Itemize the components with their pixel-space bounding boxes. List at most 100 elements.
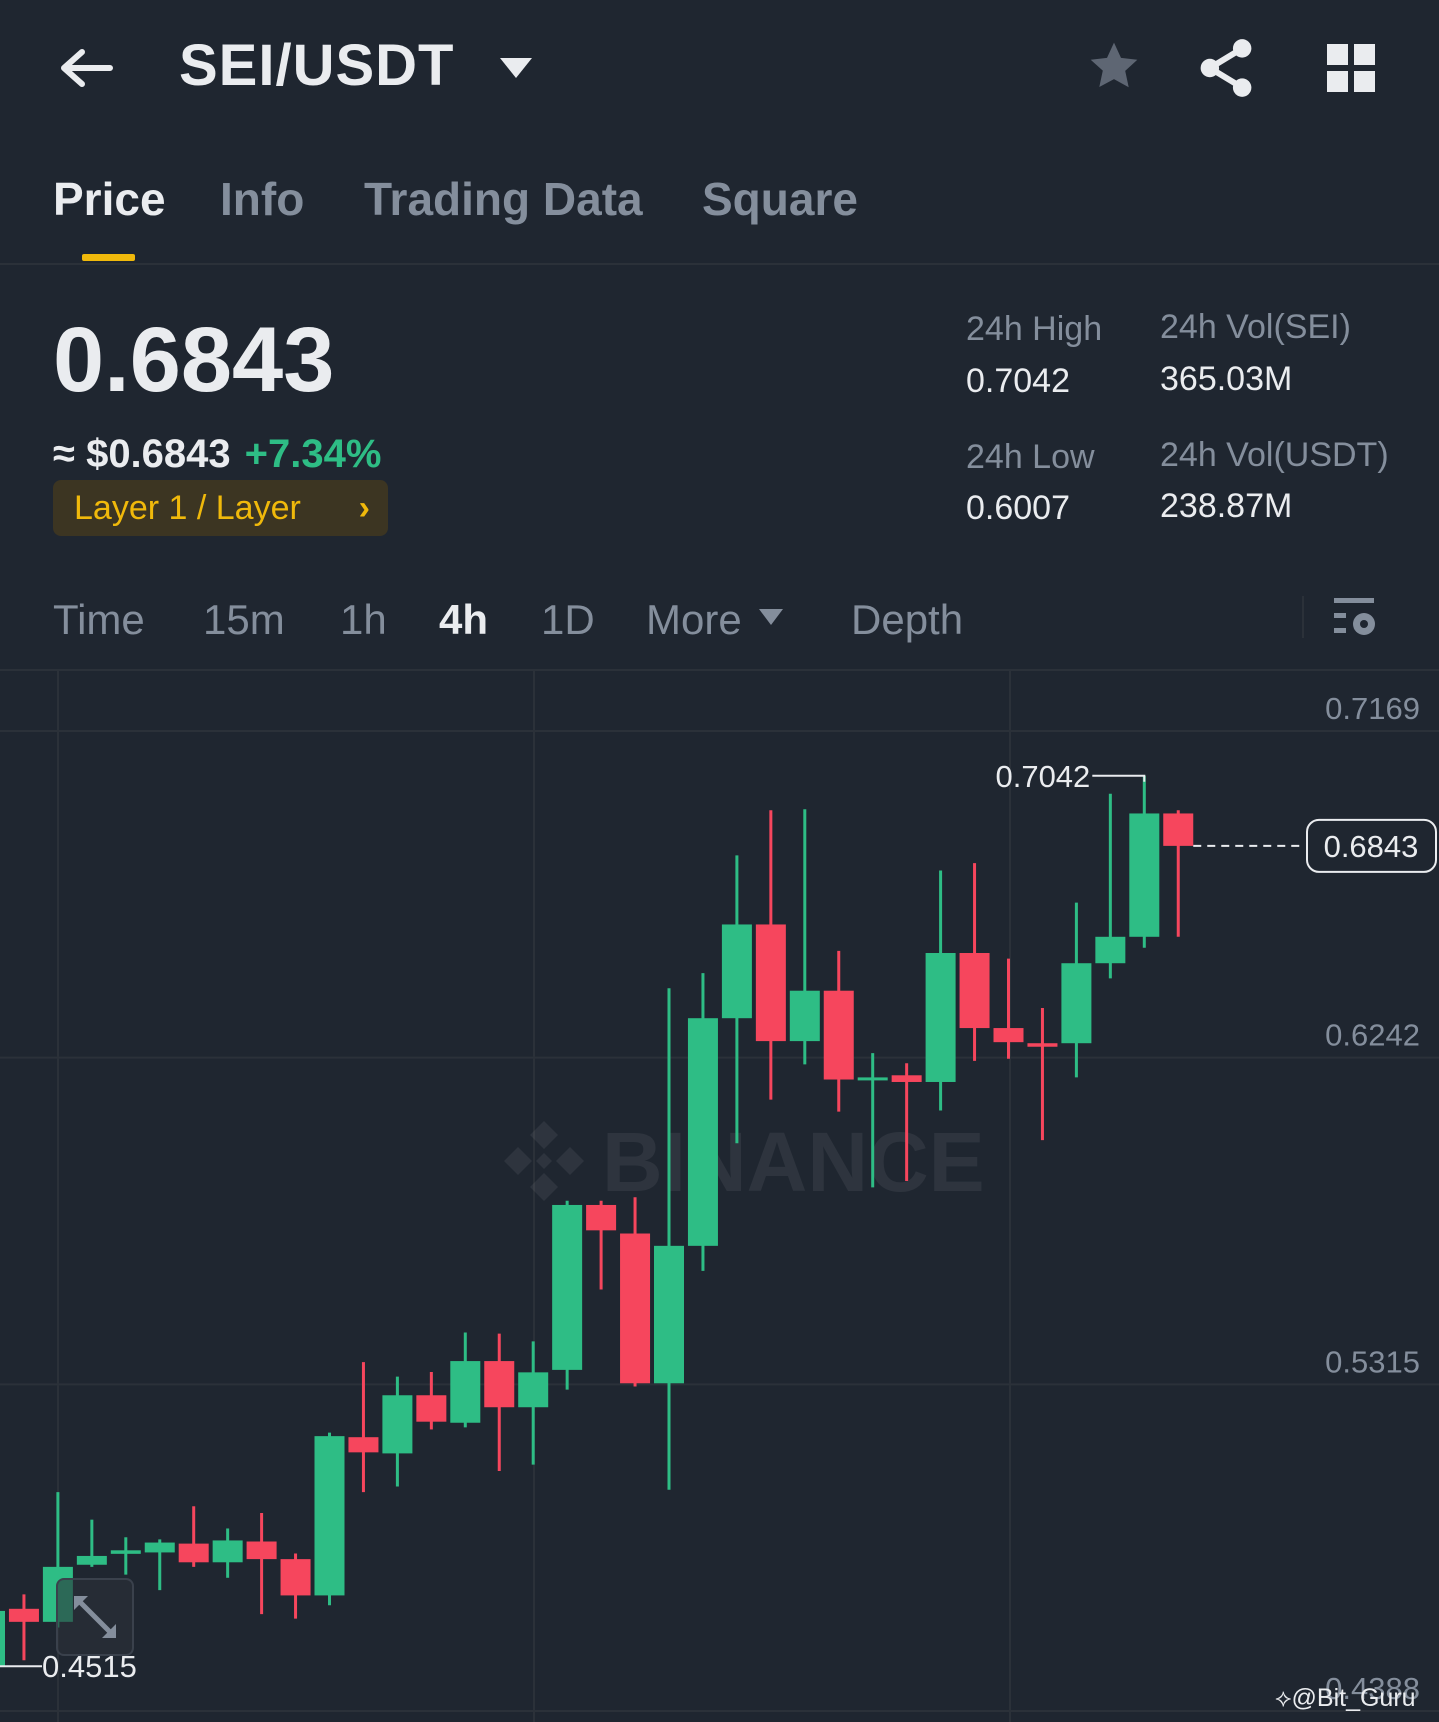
interval-4h[interactable]: 4h [439, 596, 488, 644]
vol-base-label: 24h Vol(SEI) [1160, 308, 1351, 346]
candle [1163, 810, 1194, 937]
candle [721, 855, 752, 1144]
interval-time[interactable]: Time [53, 596, 145, 644]
candle-body [1129, 813, 1160, 937]
interval-1d[interactable]: 1D [541, 596, 595, 644]
star-icon [1090, 42, 1138, 88]
candle [212, 1528, 243, 1578]
candle [518, 1341, 549, 1465]
candle-body [789, 990, 820, 1042]
candle [823, 950, 854, 1112]
change-percent: +7.34% [244, 432, 382, 476]
interval-15m[interactable]: 15m [203, 596, 285, 644]
share-button[interactable] [1198, 38, 1254, 98]
interval-more[interactable]: More [646, 596, 784, 644]
chevron-right-icon: › [358, 489, 370, 527]
vol-quote-value: 238.87M [1160, 487, 1293, 525]
candle [0, 1610, 5, 1666]
candle [382, 1376, 413, 1487]
candle [1095, 793, 1126, 979]
chart-settings-button[interactable] [1334, 596, 1376, 640]
vol-base-value: 365.03M [1160, 360, 1293, 398]
tab-square[interactable]: Square [702, 172, 858, 226]
candle [144, 1539, 175, 1591]
tab-price[interactable]: Price [53, 172, 166, 226]
fullscreen-button[interactable] [56, 1578, 134, 1656]
candle-body [925, 953, 956, 1082]
candle-body [586, 1204, 617, 1231]
more-label: More [646, 596, 742, 643]
pair-dropdown-button[interactable] [498, 56, 534, 80]
candle-body [654, 1245, 684, 1384]
indicator-settings-icon [1334, 598, 1375, 635]
y-tick-label: 0.5315 [1325, 1344, 1420, 1379]
candle [348, 1362, 379, 1493]
candle-body [246, 1541, 277, 1560]
last-price: 0.6843 [53, 309, 335, 411]
interval-depth[interactable]: Depth [851, 596, 963, 644]
candle-body [110, 1550, 141, 1554]
candle [789, 809, 820, 1065]
y-tick-label: 0.7169 [1325, 691, 1420, 726]
candle-body [8, 1608, 39, 1622]
candle-body [450, 1361, 481, 1423]
candle-body [76, 1555, 107, 1565]
candle-body [959, 953, 990, 1029]
candle [484, 1333, 515, 1472]
layout-button[interactable] [1327, 44, 1375, 92]
candle-body [518, 1372, 549, 1408]
current-price-label: 0.6843 [1324, 829, 1419, 864]
favorite-button[interactable] [1085, 38, 1143, 94]
candle [1129, 775, 1160, 948]
caret-down-icon [758, 608, 783, 625]
arrow-left-icon [61, 49, 113, 87]
tab-trading-data[interactable]: Trading Data [364, 172, 643, 226]
candle-body [1095, 936, 1126, 964]
back-button[interactable] [56, 44, 116, 92]
candle-body [144, 1542, 175, 1553]
candle-body [823, 990, 854, 1080]
approx-usd: ≈ $0.6843 [53, 432, 231, 476]
credit-watermark: ⟡@Bit_Guru [1275, 1684, 1416, 1712]
candle [755, 810, 786, 1100]
candle [1027, 1007, 1058, 1141]
tab-info[interactable]: Info [220, 172, 304, 226]
low-value: 0.6007 [966, 489, 1070, 527]
candle [314, 1432, 345, 1606]
candle [993, 958, 1024, 1059]
candle-body [484, 1361, 515, 1408]
candle [586, 1200, 617, 1290]
share-icon [1200, 39, 1252, 97]
candle [178, 1506, 209, 1567]
candle-body [314, 1436, 345, 1596]
candle [416, 1371, 447, 1430]
pair-title[interactable]: SEI/USDT [179, 32, 455, 99]
candle-body [687, 1018, 718, 1246]
candle-body [755, 924, 786, 1042]
candle [450, 1332, 481, 1428]
y-tick-label: 0.6242 [1325, 1018, 1420, 1053]
high-value: 0.7042 [966, 362, 1070, 400]
high-label: 24h High [966, 310, 1103, 348]
candle [925, 870, 956, 1111]
watermark-text: BINANCE [602, 1115, 985, 1209]
tabs-divider [0, 263, 1439, 265]
candle-body [0, 1610, 5, 1666]
candle [620, 1197, 651, 1387]
candle-body [382, 1395, 413, 1454]
candle-body [1163, 813, 1194, 846]
credit-text: @Bit_Guru [1291, 1684, 1416, 1712]
candle [110, 1537, 141, 1575]
binance-logo-icon [504, 1121, 584, 1201]
vol-quote-label: 24h Vol(USDT) [1160, 436, 1389, 474]
candle [687, 973, 718, 1271]
interval-1h[interactable]: 1h [340, 596, 387, 644]
candle-body [1061, 963, 1092, 1044]
category-tag[interactable]: Layer 1 / Layer › [53, 480, 388, 536]
candle-body [178, 1543, 209, 1563]
candle-body [721, 924, 752, 1019]
toolbar-separator [1302, 596, 1304, 638]
candle [246, 1512, 277, 1615]
candlestick-chart[interactable]: BINANCE 0.71690.62420.53150.43880.70420.… [0, 671, 1439, 1722]
caret-down-icon [500, 58, 532, 78]
